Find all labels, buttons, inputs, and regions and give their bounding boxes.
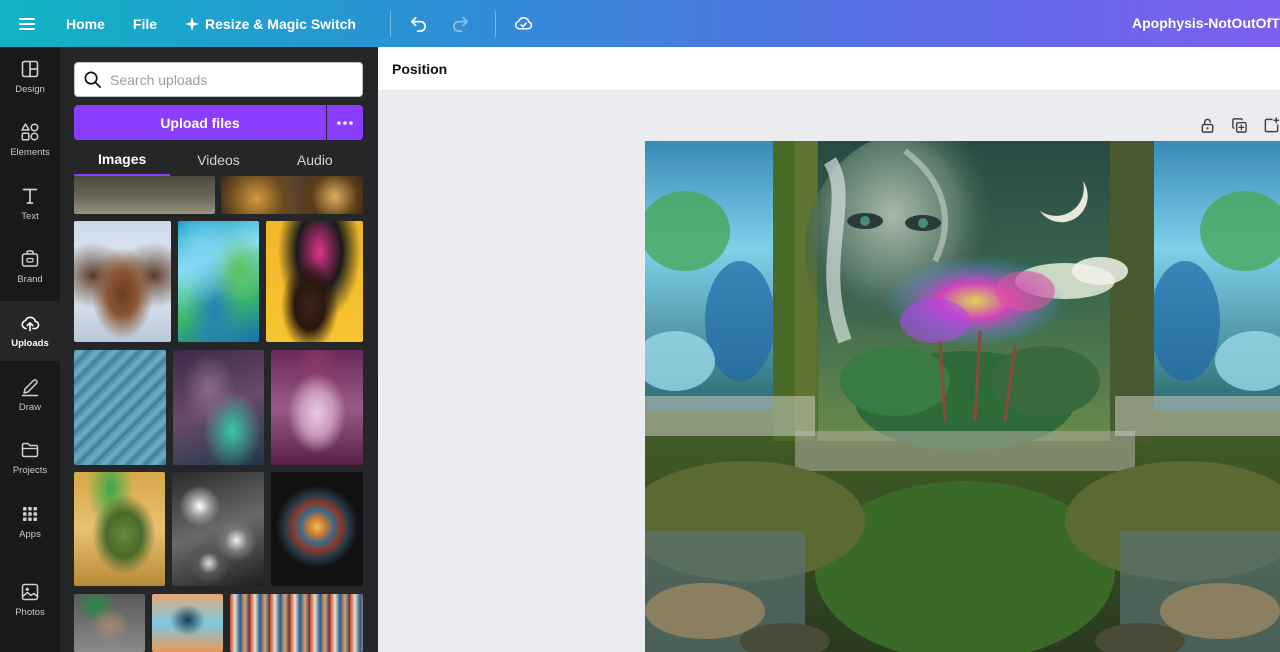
top-bar: Home File Resize & Magic Switch Apophysi…: [0, 0, 1280, 47]
upload-thumbnail[interactable]: [271, 472, 363, 586]
rail-item-design[interactable]: Design: [0, 47, 60, 107]
lock-icon[interactable]: [1197, 115, 1217, 135]
home-menu[interactable]: Home: [66, 16, 105, 32]
file-menu[interactable]: File: [133, 16, 157, 32]
layout-icon: [21, 60, 39, 78]
rail-label: Design: [15, 84, 45, 95]
resize-magic-switch-button[interactable]: Resize & Magic Switch: [185, 16, 356, 32]
upload-thumbnail[interactable]: [221, 176, 363, 214]
upload-thumbnail[interactable]: [178, 221, 259, 342]
rail-item-text[interactable]: Text: [0, 174, 60, 234]
upload-thumbnail[interactable]: [266, 221, 363, 342]
more-horizontal-icon: [337, 120, 353, 125]
upload-thumbnail[interactable]: [74, 176, 215, 214]
position-button[interactable]: Position: [392, 61, 447, 77]
upload-thumbnail[interactable]: [173, 350, 264, 465]
apps-grid-icon: [23, 507, 37, 521]
rail-label: Projects: [12, 465, 48, 476]
rail-item-projects[interactable]: Projects: [0, 428, 60, 488]
search-box[interactable]: [74, 62, 363, 97]
rail-item-draw[interactable]: Draw: [0, 365, 60, 425]
top-divider: [494, 10, 496, 37]
upload-files-button[interactable]: Upload files: [74, 105, 326, 140]
search-input[interactable]: [110, 71, 350, 88]
image-icon: [21, 583, 39, 601]
tab-images[interactable]: Images: [74, 144, 171, 176]
tab-videos[interactable]: Videos: [170, 144, 266, 176]
rail-label: Apps: [19, 529, 41, 540]
more-options-button[interactable]: [327, 105, 363, 140]
sparkle-icon: [185, 16, 200, 31]
upload-thumbnail[interactable]: [230, 594, 363, 652]
cloud-upload-icon: [21, 316, 40, 332]
uploads-panel: Upload files Images Videos Audio: [60, 47, 378, 652]
rail-item-apps[interactable]: Apps: [0, 492, 60, 552]
rail-label: Photos: [15, 607, 45, 618]
folder-icon: [21, 442, 39, 458]
pen-icon: [21, 379, 39, 397]
cloud-check-icon[interactable]: [510, 10, 538, 38]
rail-item-photos[interactable]: Photos: [0, 570, 60, 630]
design-artwork[interactable]: [645, 141, 1280, 652]
rail-item-elements[interactable]: Elements: [0, 110, 60, 170]
left-rail: Design Elements Text Brand Uploads Draw …: [0, 47, 60, 652]
upload-thumbnail[interactable]: [152, 594, 223, 652]
artwork-image: [645, 141, 1280, 652]
uploads-grid: [60, 176, 378, 652]
rail-label: Uploads: [11, 338, 49, 349]
upload-thumbnail[interactable]: [74, 472, 165, 586]
brand-icon: [21, 250, 39, 267]
shapes-icon: [21, 123, 39, 141]
upload-thumbnail[interactable]: [74, 594, 145, 652]
top-divider: [389, 10, 391, 37]
hamburger-icon[interactable]: [0, 0, 54, 47]
rail-label: Brand: [17, 274, 43, 285]
document-title[interactable]: Apophysis-NotOutOfThe: [1132, 15, 1280, 31]
media-tabs: Images Videos Audio: [74, 144, 363, 176]
context-toolbar: Position: [378, 47, 1280, 91]
page-tools: [1197, 115, 1280, 135]
tab-audio[interactable]: Audio: [267, 144, 363, 176]
duplicate-icon[interactable]: [1229, 115, 1249, 135]
rail-item-uploads[interactable]: Uploads: [0, 301, 60, 361]
upload-thumbnail[interactable]: [172, 472, 264, 586]
upload-thumbnail[interactable]: [74, 221, 171, 342]
rail-label: Text: [21, 211, 39, 222]
upload-thumbnail[interactable]: [74, 350, 166, 465]
rail-item-brand[interactable]: Brand: [0, 237, 60, 297]
rail-label: Elements: [10, 147, 50, 158]
upload-thumbnail[interactable]: [271, 350, 363, 465]
text-icon: [22, 188, 38, 204]
undo-icon[interactable]: [405, 10, 433, 38]
search-icon: [84, 71, 101, 88]
add-page-icon[interactable]: [1261, 115, 1280, 135]
redo-icon[interactable]: [447, 10, 475, 38]
rail-label: Draw: [18, 402, 42, 413]
resize-magic-switch-label: Resize & Magic Switch: [205, 15, 356, 32]
